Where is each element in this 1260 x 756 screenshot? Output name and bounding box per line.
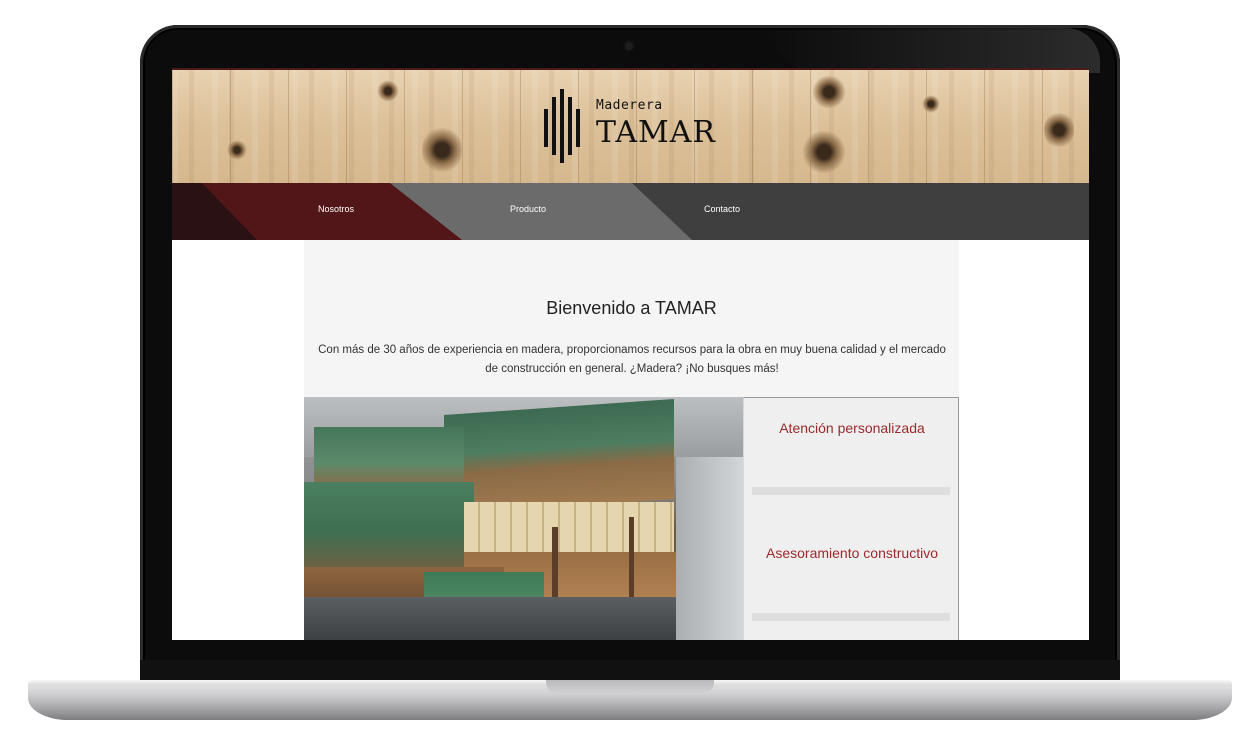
site-logo[interactable]: Maderera TAMAR (540, 85, 740, 165)
wood-knot (227, 140, 247, 160)
wood-knot (812, 75, 846, 109)
lumber-photo (304, 397, 743, 640)
features-panel: Atención personalizada Asesoramiento con… (743, 397, 959, 640)
camera-icon (625, 42, 633, 50)
nav-item-producto[interactable]: Producto (510, 204, 546, 214)
warehouse-wall (676, 457, 743, 640)
feature-atencion: Atención personalizada (779, 420, 925, 436)
main-content: Bienvenido a TAMAR Con más de 30 años de… (304, 240, 959, 640)
bezel-reflection (760, 28, 1100, 73)
nav-item-nosotros[interactable]: Nosotros (318, 204, 354, 214)
nav-item-contacto[interactable]: Contacto (704, 204, 740, 214)
welcome-text: Con más de 30 años de experiencia en mad… (318, 344, 946, 375)
feature-asesoramiento: Asesoramiento constructivo (766, 545, 938, 561)
lumber-stack (314, 427, 464, 487)
logo-title: TAMAR (596, 115, 717, 150)
site-header: Maderera TAMAR (172, 68, 1089, 183)
feature-divider (752, 613, 950, 621)
wood-knot (922, 95, 940, 113)
lumber-stack (444, 398, 674, 516)
logo-subtitle: Maderera (596, 98, 663, 113)
laptop-notch (546, 680, 714, 694)
lumber-stack (464, 502, 674, 552)
logo-bars-icon (540, 89, 584, 163)
welcome-title: Bienvenido a TAMAR (546, 298, 717, 318)
wood-knot (802, 130, 846, 174)
wood-knot (377, 80, 399, 102)
main-nav: Nosotros Producto Contacto (172, 183, 1089, 240)
wood-knot (422, 125, 462, 175)
feature-divider (752, 487, 950, 495)
laptop-screen: Maderera TAMAR Nosotros Producto Contact… (172, 68, 1089, 640)
wood-knot (1044, 110, 1074, 150)
laptop-chin (140, 660, 1120, 682)
